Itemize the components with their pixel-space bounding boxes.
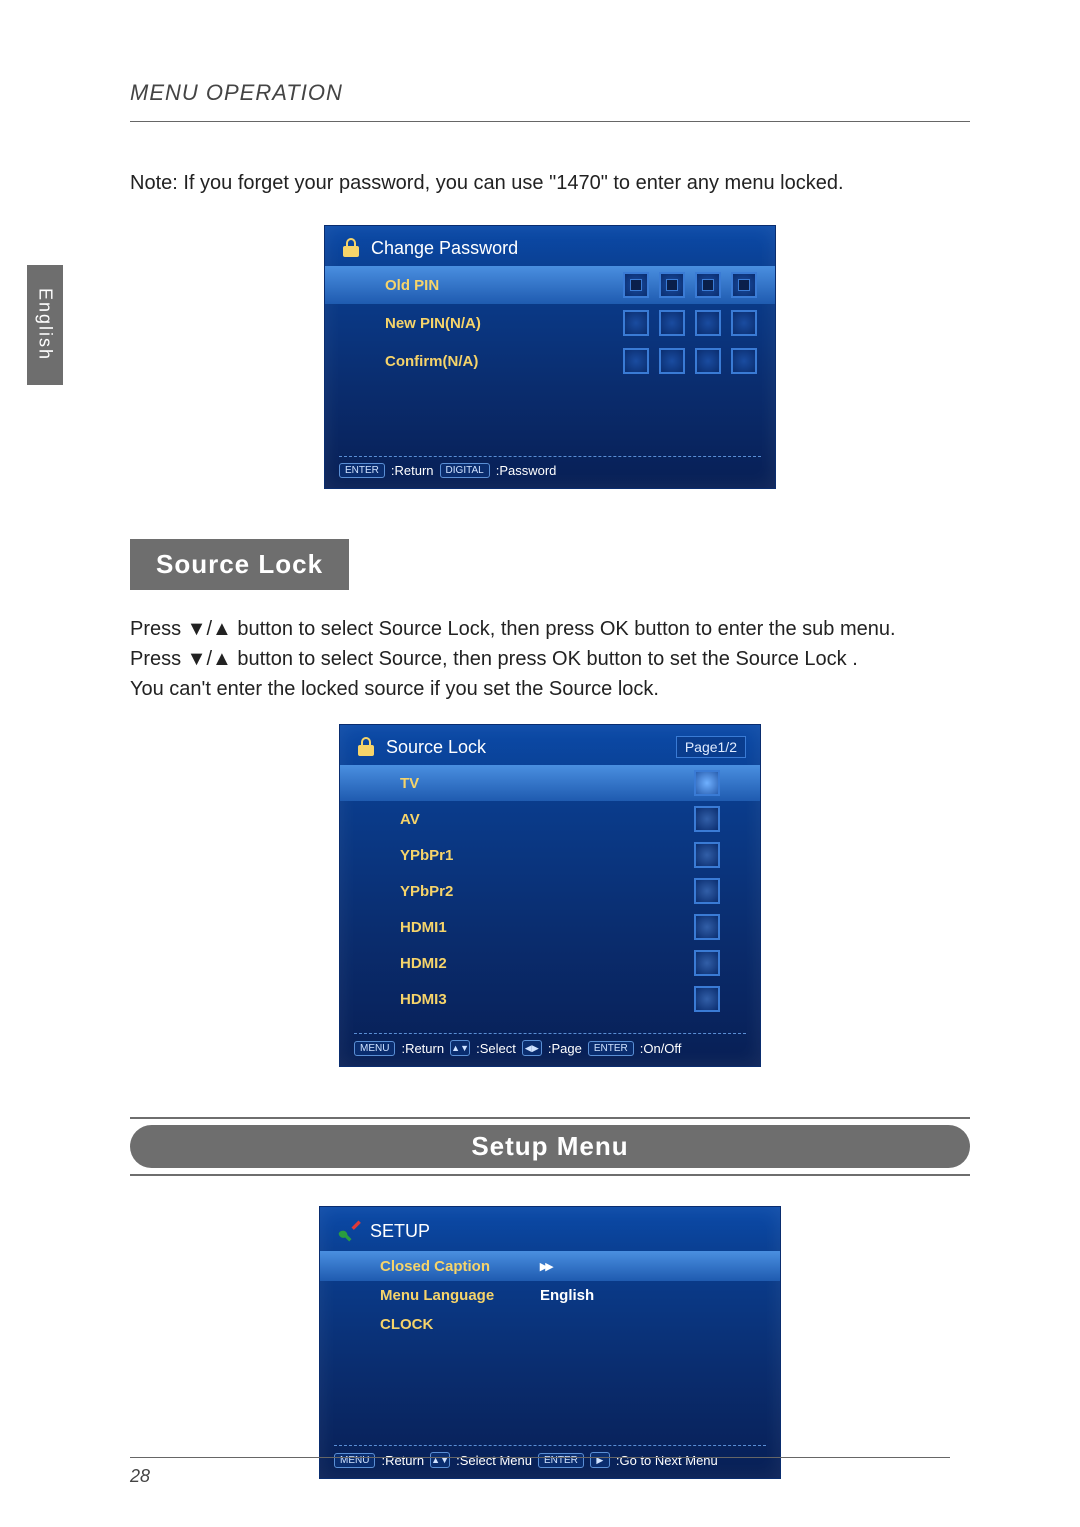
new-pin-inputs[interactable] [623,310,757,336]
source-item-hdmi3[interactable]: HDMI3 [340,981,760,1017]
source-lock-description: Press ▼/▲ button to select Source Lock, … [130,614,970,704]
setup-row-closed-caption[interactable]: Closed Caption ▸▸ [320,1251,780,1281]
setup-menu-divider: Setup Menu [130,1117,970,1176]
enter-key-icon: ENTER [339,463,385,478]
setup-dialog: SETUP Closed Caption ▸▸ Menu Language En… [319,1206,781,1479]
setup-menu-heading: Setup Menu [130,1125,970,1168]
old-pin-row[interactable]: Old PIN [325,266,775,304]
page-header: MENU OPERATION [130,80,970,106]
source-item-ypbpr2[interactable]: YPbPr2 [340,873,760,909]
old-pin-inputs[interactable] [623,272,757,298]
checkbox-icon[interactable] [694,770,720,796]
source-item-av[interactable]: AV [340,801,760,837]
dialog-footer: ENTER :Return DIGITAL :Password [325,463,775,488]
source-lock-heading: Source Lock [130,539,349,590]
dialog-title: Source Lock [386,737,486,758]
dialog-title: Change Password [371,238,518,259]
dialog-title: SETUP [370,1221,430,1242]
checkbox-icon[interactable] [694,914,720,940]
setup-row-menu-language[interactable]: Menu Language English [320,1281,780,1310]
checkbox-icon[interactable] [694,950,720,976]
page-number: 28 [130,1457,950,1487]
lock-icon [339,236,363,260]
lock-icon [354,735,378,759]
menu-key-icon: MENU [354,1041,395,1056]
new-pin-row[interactable]: New PIN(N/A) [325,304,775,342]
updown-arrows-icon: ▲▼ [450,1040,470,1056]
confirm-pin-inputs[interactable] [623,348,757,374]
leftright-arrows-icon: ◀▶ [522,1040,542,1056]
checkbox-icon[interactable] [694,986,720,1012]
checkbox-icon[interactable] [694,878,720,904]
digital-key-icon: DIGITAL [440,463,490,478]
tools-icon [334,1217,362,1245]
source-item-ypbpr1[interactable]: YPbPr1 [340,837,760,873]
change-password-dialog: Change Password Old PIN New PIN(N/A) Con… [324,225,776,489]
source-item-tv[interactable]: TV [340,765,760,801]
checkbox-icon[interactable] [694,842,720,868]
source-lock-dialog: Source Lock Page1/2 TV AV YPbPr1 YPbPr2 … [339,724,761,1067]
header-rule [130,121,970,122]
enter-key-icon: ENTER [588,1041,634,1056]
checkbox-icon[interactable] [694,806,720,832]
chevron-right-icon: ▸▸ [540,1257,551,1275]
dialog-footer: MENU :Return ▲▼ :Select ◀▶ :Page ENTER :… [340,1040,760,1066]
note-text: Note: If you forget your password, you c… [130,172,970,195]
source-item-hdmi2[interactable]: HDMI2 [340,945,760,981]
source-item-hdmi1[interactable]: HDMI1 [340,909,760,945]
page-indicator: Page1/2 [676,736,746,758]
setup-row-clock[interactable]: CLOCK [320,1310,780,1339]
language-tab: English [27,265,63,385]
confirm-pin-row[interactable]: Confirm(N/A) [325,342,775,380]
